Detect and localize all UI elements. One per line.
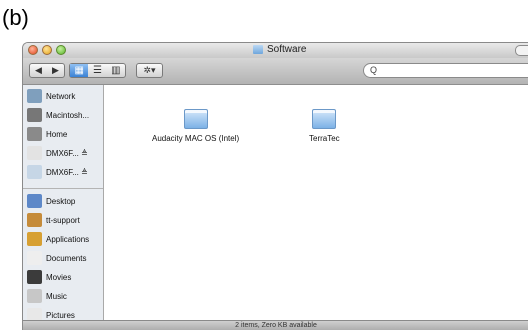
sidebar-item[interactable]: DMX6F... ≜ <box>27 164 88 180</box>
sidebar-item[interactable]: Applications <box>27 231 89 247</box>
sidebar-item[interactable]: Desktop <box>27 193 75 209</box>
sidebar-item[interactable]: Macintosh... <box>27 107 89 123</box>
sidebar-item[interactable]: DMX6F... ≜ <box>27 145 88 161</box>
folder-icon <box>312 109 337 129</box>
nav-buttons: ◀ ▶ <box>29 63 65 78</box>
window-title-text: Software <box>267 44 307 55</box>
home-icon <box>27 213 42 227</box>
disk-icon <box>27 146 42 160</box>
folder-item-terratec[interactable]: TerraTec <box>309 109 340 143</box>
folder-icon <box>183 109 208 129</box>
home-drive-icon <box>27 127 42 141</box>
folder-icon <box>253 45 263 54</box>
documents-icon <box>27 251 42 265</box>
sidebar-item[interactable]: Movies <box>27 269 71 285</box>
sidebar-item-label: Documents <box>46 253 87 263</box>
applications-icon <box>27 232 42 246</box>
toolbar: ◀ ▶ ▦ ☰ ▥ ✲▾ Q <box>23 58 528 85</box>
window-title: Software <box>253 44 306 55</box>
back-button[interactable]: ◀ <box>30 64 47 77</box>
list-view-button[interactable]: ☰ <box>88 64 106 77</box>
forward-button[interactable]: ▶ <box>47 64 64 77</box>
title-bar: Software <box>23 43 528 58</box>
search-icon: Q <box>370 65 378 75</box>
sidebar: Network Macintosh... Home DMX6F... ≜ DMX6F..… <box>23 85 104 322</box>
sidebar-item[interactable]: Network <box>27 88 75 104</box>
sidebar-item-label: Macintosh... <box>46 110 90 120</box>
sidebar-item[interactable]: Documents <box>27 250 86 266</box>
sidebar-item-label: Desktop <box>46 196 76 206</box>
close-button[interactable] <box>28 45 38 55</box>
cd-icon <box>27 165 42 179</box>
folder-item-audacity[interactable]: Audacity MAC OS (Intel) <box>152 109 239 143</box>
action-menu-button[interactable]: ✲▾ <box>136 63 163 78</box>
sidebar-item[interactable]: Home <box>27 126 67 142</box>
sidebar-item-label: DMX6F... ≜ <box>46 167 88 177</box>
movies-icon <box>27 270 42 284</box>
sidebar-item-label: Network <box>46 91 76 101</box>
sidebar-item[interactable]: Music <box>27 288 67 304</box>
sidebar-item-label: Home <box>46 129 68 139</box>
search-field[interactable]: Q <box>363 63 528 78</box>
sidebar-item-label: Music <box>46 291 67 301</box>
column-view-button[interactable]: ▥ <box>107 64 125 77</box>
music-icon <box>27 289 42 303</box>
panel-label: (b) <box>2 5 29 30</box>
hard-drive-icon <box>27 108 42 122</box>
network-icon <box>27 89 42 103</box>
sidebar-item-label: Movies <box>46 272 72 282</box>
sidebar-item-label: DMX6F... ≜ <box>46 148 88 158</box>
toolbar-toggle-button[interactable] <box>515 45 528 56</box>
view-buttons: ▦ ☰ ▥ <box>69 63 126 78</box>
desktop-icon <box>27 194 42 208</box>
finder-window: Software ◀ ▶ ▦ ☰ ▥ ✲▾ Q Network Macintosh… <box>22 42 528 330</box>
icon-view-button[interactable]: ▦ <box>70 64 89 77</box>
folder-label: Audacity MAC OS (Intel) <box>152 134 240 143</box>
sidebar-item[interactable]: tt-support <box>27 212 80 228</box>
minimize-button[interactable] <box>42 45 52 55</box>
sidebar-item-label: Pictures <box>46 310 75 320</box>
file-area: Audacity MAC OS (Intel) TerraTec <box>104 85 528 320</box>
sidebar-item-label: tt-support <box>46 215 80 225</box>
sidebar-item-label: Applications <box>46 234 90 244</box>
folder-label: TerraTec <box>309 134 340 143</box>
zoom-button[interactable] <box>56 45 66 55</box>
sidebar-divider <box>23 188 103 189</box>
